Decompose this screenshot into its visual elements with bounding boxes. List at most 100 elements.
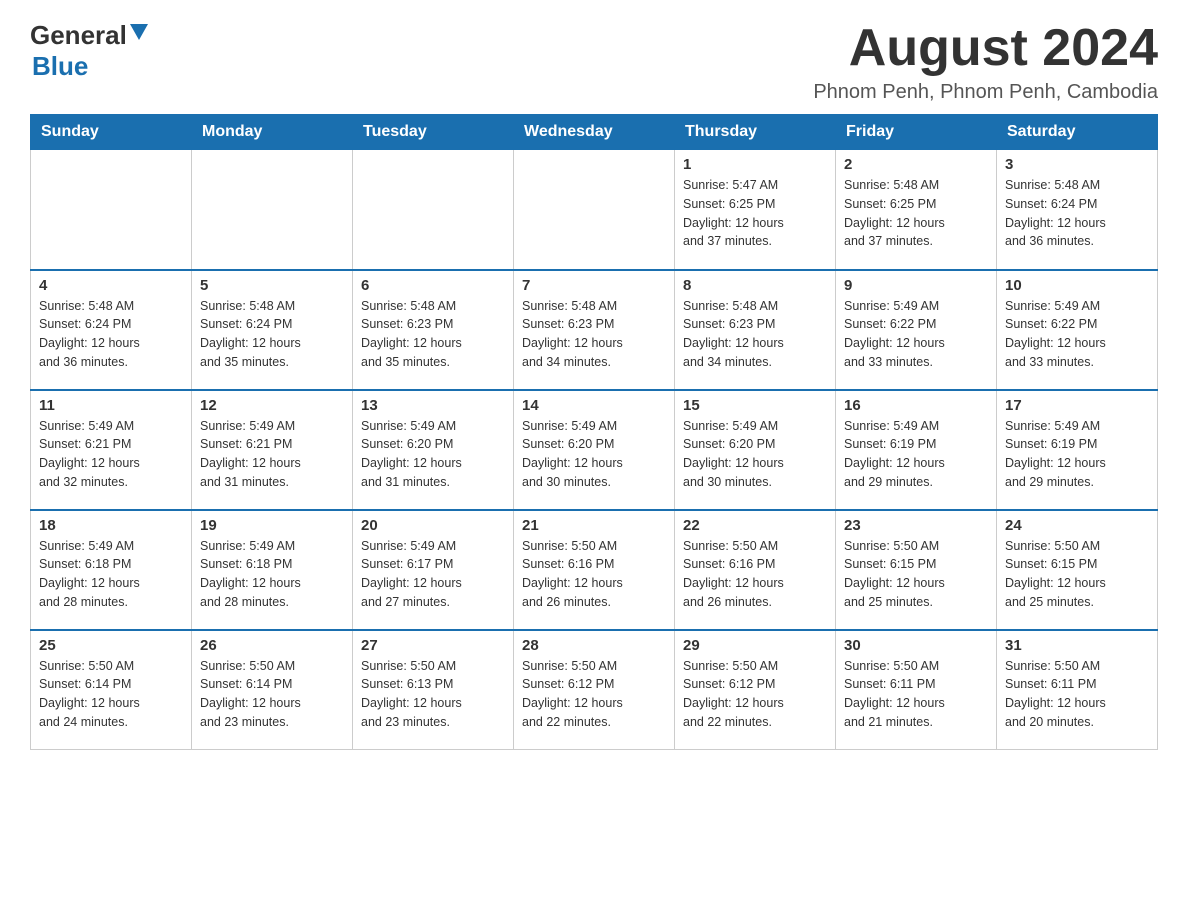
table-row: 24 Sunrise: 5:50 AM Sunset: 6:15 PM Dayli… xyxy=(997,510,1158,630)
day-number: 19 xyxy=(200,517,344,534)
day-info: Sunrise: 5:50 AM Sunset: 6:15 PM Dayligh… xyxy=(1005,537,1149,612)
day-info: Sunrise: 5:50 AM Sunset: 6:13 PM Dayligh… xyxy=(361,657,505,732)
day-number: 13 xyxy=(361,397,505,414)
day-number: 31 xyxy=(1005,637,1149,654)
day-info: Sunrise: 5:49 AM Sunset: 6:20 PM Dayligh… xyxy=(522,417,666,492)
table-row: 19 Sunrise: 5:49 AM Sunset: 6:18 PM Dayli… xyxy=(192,510,353,630)
day-info: Sunrise: 5:50 AM Sunset: 6:12 PM Dayligh… xyxy=(522,657,666,732)
day-number: 14 xyxy=(522,397,666,414)
col-friday: Friday xyxy=(836,115,997,150)
day-info: Sunrise: 5:49 AM Sunset: 6:17 PM Dayligh… xyxy=(361,537,505,612)
table-row: 30 Sunrise: 5:50 AM Sunset: 6:11 PM Dayli… xyxy=(836,630,997,750)
day-info: Sunrise: 5:50 AM Sunset: 6:14 PM Dayligh… xyxy=(200,657,344,732)
col-tuesday: Tuesday xyxy=(353,115,514,150)
day-number: 16 xyxy=(844,397,988,414)
day-info: Sunrise: 5:49 AM Sunset: 6:21 PM Dayligh… xyxy=(200,417,344,492)
table-row: 9 Sunrise: 5:49 AM Sunset: 6:22 PM Daylig… xyxy=(836,270,997,390)
calendar-week-row: 1 Sunrise: 5:47 AM Sunset: 6:25 PM Daylig… xyxy=(31,150,1158,270)
page-header: General Blue August 2024 Phnom Penh, Phn… xyxy=(30,20,1158,104)
table-row: 22 Sunrise: 5:50 AM Sunset: 6:16 PM Dayli… xyxy=(675,510,836,630)
day-info: Sunrise: 5:49 AM Sunset: 6:19 PM Dayligh… xyxy=(1005,417,1149,492)
days-of-week-row: Sunday Monday Tuesday Wednesday Thursday… xyxy=(31,115,1158,150)
table-row: 20 Sunrise: 5:49 AM Sunset: 6:17 PM Dayli… xyxy=(353,510,514,630)
day-number: 26 xyxy=(200,637,344,654)
day-number: 23 xyxy=(844,517,988,534)
logo-line: General xyxy=(30,20,148,51)
day-number: 9 xyxy=(844,277,988,294)
day-number: 12 xyxy=(200,397,344,414)
col-wednesday: Wednesday xyxy=(514,115,675,150)
month-year-heading: August 2024 xyxy=(813,20,1158,77)
day-info: Sunrise: 5:49 AM Sunset: 6:20 PM Dayligh… xyxy=(683,417,827,492)
day-number: 8 xyxy=(683,277,827,294)
table-row: 16 Sunrise: 5:49 AM Sunset: 6:19 PM Dayli… xyxy=(836,390,997,510)
day-number: 25 xyxy=(39,637,183,654)
table-row: 15Sunrise: 5:49 AM Sunset: 6:20 PM Dayli… xyxy=(675,390,836,510)
day-info: Sunrise: 5:49 AM Sunset: 6:20 PM Dayligh… xyxy=(361,417,505,492)
logo: General Blue xyxy=(30,20,148,82)
table-row: 17 Sunrise: 5:49 AM Sunset: 6:19 PM Dayli… xyxy=(997,390,1158,510)
table-row: 10 Sunrise: 5:49 AM Sunset: 6:22 PM Dayli… xyxy=(997,270,1158,390)
day-info: Sunrise: 5:48 AM Sunset: 6:24 PM Dayligh… xyxy=(200,297,344,372)
day-number: 1 xyxy=(683,156,827,173)
logo-general-text: General xyxy=(30,20,127,51)
day-info: Sunrise: 5:50 AM Sunset: 6:11 PM Dayligh… xyxy=(844,657,988,732)
day-number: 17 xyxy=(1005,397,1149,414)
day-info: Sunrise: 5:48 AM Sunset: 6:25 PM Dayligh… xyxy=(844,176,988,251)
table-row xyxy=(514,150,675,270)
day-number: 18 xyxy=(39,517,183,534)
logo-arrow-icon xyxy=(130,24,148,47)
table-row: 31 Sunrise: 5:50 AM Sunset: 6:11 PM Dayli… xyxy=(997,630,1158,750)
day-number: 27 xyxy=(361,637,505,654)
day-info: Sunrise: 5:50 AM Sunset: 6:12 PM Dayligh… xyxy=(683,657,827,732)
table-row xyxy=(31,150,192,270)
day-number: 11 xyxy=(39,397,183,414)
day-number: 24 xyxy=(1005,517,1149,534)
day-number: 5 xyxy=(200,277,344,294)
calendar-week-row: 11 Sunrise: 5:49 AM Sunset: 6:21 PM Dayli… xyxy=(31,390,1158,510)
day-info: Sunrise: 5:48 AM Sunset: 6:23 PM Dayligh… xyxy=(522,297,666,372)
day-info: Sunrise: 5:48 AM Sunset: 6:23 PM Dayligh… xyxy=(361,297,505,372)
title-section: August 2024 Phnom Penh, Phnom Penh, Camb… xyxy=(813,20,1158,104)
logo-blue-line: Blue xyxy=(30,51,88,82)
table-row: 7 Sunrise: 5:48 AM Sunset: 6:23 PM Daylig… xyxy=(514,270,675,390)
table-row: 14 Sunrise: 5:49 AM Sunset: 6:20 PM Dayli… xyxy=(514,390,675,510)
day-number: 28 xyxy=(522,637,666,654)
day-info: Sunrise: 5:49 AM Sunset: 6:22 PM Dayligh… xyxy=(844,297,988,372)
table-row: 21Sunrise: 5:50 AM Sunset: 6:16 PM Dayli… xyxy=(514,510,675,630)
table-row: 2 Sunrise: 5:48 AM Sunset: 6:25 PM Daylig… xyxy=(836,150,997,270)
day-info: Sunrise: 5:49 AM Sunset: 6:18 PM Dayligh… xyxy=(200,537,344,612)
day-info: Sunrise: 5:49 AM Sunset: 6:19 PM Dayligh… xyxy=(844,417,988,492)
day-info: Sunrise: 5:50 AM Sunset: 6:16 PM Dayligh… xyxy=(522,537,666,612)
table-row xyxy=(353,150,514,270)
day-info: Sunrise: 5:49 AM Sunset: 6:21 PM Dayligh… xyxy=(39,417,183,492)
table-row: 8 Sunrise: 5:48 AM Sunset: 6:23 PM Daylig… xyxy=(675,270,836,390)
day-info: Sunrise: 5:48 AM Sunset: 6:24 PM Dayligh… xyxy=(39,297,183,372)
day-info: Sunrise: 5:47 AM Sunset: 6:25 PM Dayligh… xyxy=(683,176,827,251)
table-row: 23Sunrise: 5:50 AM Sunset: 6:15 PM Dayli… xyxy=(836,510,997,630)
table-row: 29Sunrise: 5:50 AM Sunset: 6:12 PM Dayli… xyxy=(675,630,836,750)
day-info: Sunrise: 5:50 AM Sunset: 6:11 PM Dayligh… xyxy=(1005,657,1149,732)
day-number: 30 xyxy=(844,637,988,654)
day-number: 22 xyxy=(683,517,827,534)
day-info: Sunrise: 5:50 AM Sunset: 6:16 PM Dayligh… xyxy=(683,537,827,612)
location-text: Phnom Penh, Phnom Penh, Cambodia xyxy=(813,81,1158,104)
table-row: 11 Sunrise: 5:49 AM Sunset: 6:21 PM Dayli… xyxy=(31,390,192,510)
calendar-week-row: 18 Sunrise: 5:49 AM Sunset: 6:18 PM Dayli… xyxy=(31,510,1158,630)
col-monday: Monday xyxy=(192,115,353,150)
day-number: 20 xyxy=(361,517,505,534)
col-saturday: Saturday xyxy=(997,115,1158,150)
day-number: 2 xyxy=(844,156,988,173)
table-row: 18 Sunrise: 5:49 AM Sunset: 6:18 PM Dayli… xyxy=(31,510,192,630)
day-number: 7 xyxy=(522,277,666,294)
day-info: Sunrise: 5:49 AM Sunset: 6:22 PM Dayligh… xyxy=(1005,297,1149,372)
table-row: 25Sunrise: 5:50 AM Sunset: 6:14 PM Dayli… xyxy=(31,630,192,750)
table-row: 27 Sunrise: 5:50 AM Sunset: 6:13 PM Dayli… xyxy=(353,630,514,750)
table-row xyxy=(192,150,353,270)
table-row: 4Sunrise: 5:48 AM Sunset: 6:24 PM Daylig… xyxy=(31,270,192,390)
day-number: 10 xyxy=(1005,277,1149,294)
day-info: Sunrise: 5:49 AM Sunset: 6:18 PM Dayligh… xyxy=(39,537,183,612)
col-thursday: Thursday xyxy=(675,115,836,150)
logo-blue-text: Blue xyxy=(32,51,88,81)
day-info: Sunrise: 5:48 AM Sunset: 6:23 PM Dayligh… xyxy=(683,297,827,372)
